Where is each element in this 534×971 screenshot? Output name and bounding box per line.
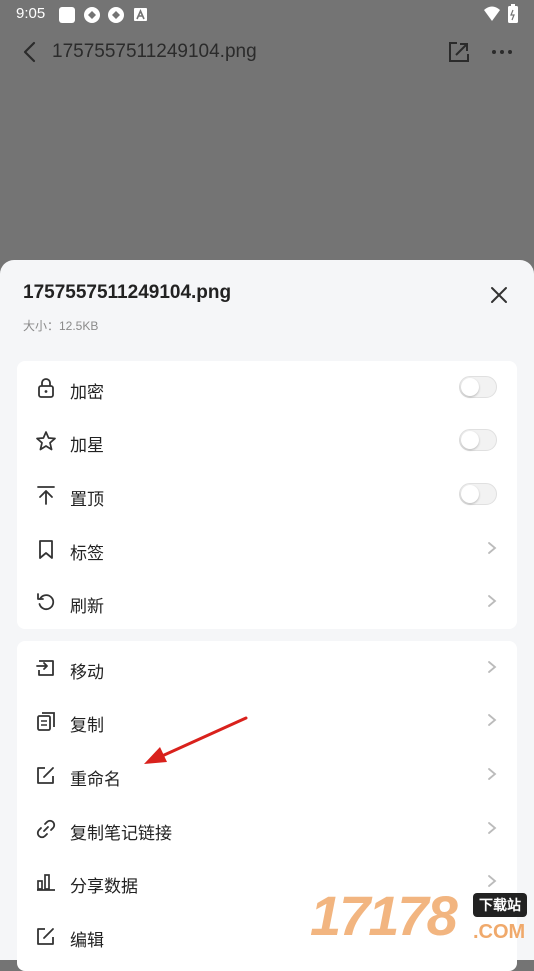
watermark-badge: 下载站	[473, 893, 527, 917]
option-row-move[interactable]: 移动	[17, 641, 517, 694]
star-toggle[interactable]	[459, 429, 497, 451]
watermark-domain: .COM	[473, 921, 526, 943]
a-letter-icon	[134, 8, 147, 21]
bookmark-icon	[39, 540, 53, 559]
watermark-number: 17178	[310, 884, 458, 947]
status-time: 9:05	[16, 5, 46, 22]
option-row-rename[interactable]: 重命名	[17, 748, 517, 801]
toggle-knob	[461, 485, 479, 503]
notification-square-icon	[59, 7, 75, 23]
chevron-right-icon	[488, 822, 497, 834]
rename-icon	[37, 767, 54, 784]
link-icon	[36, 819, 56, 839]
status-bar: 9:05	[0, 0, 534, 28]
app-bar: 1757557511249104.png	[0, 28, 534, 76]
toggle-knob	[461, 378, 479, 396]
file-options-sheet: 1757557511249104.png 大小：12.5KB 加密 加星 置顶 …	[0, 260, 534, 971]
toggle-knob	[461, 431, 479, 449]
option-label: 标签	[70, 544, 104, 563]
option-label: 重命名	[70, 770, 121, 789]
option-row-pin-top[interactable]: 置顶	[17, 468, 517, 521]
chevron-right-icon	[488, 768, 497, 780]
option-label: 复制笔记链接	[70, 824, 172, 843]
options-group-1: 加密 加星 置顶 标签 刷新	[17, 361, 517, 629]
more-options-icon[interactable]	[488, 38, 516, 66]
option-row-tags[interactable]: 标签	[17, 522, 517, 575]
option-label: 加星	[70, 436, 104, 455]
stats-icon	[37, 874, 55, 891]
lock-icon	[38, 378, 54, 398]
option-label: 移动	[70, 663, 104, 682]
refresh-icon	[37, 593, 55, 611]
back-arrow-icon[interactable]	[16, 38, 44, 66]
option-label: 编辑	[70, 931, 104, 950]
share-icon[interactable]	[445, 38, 473, 66]
encrypt-toggle[interactable]	[459, 376, 497, 398]
copy-icon	[37, 712, 55, 731]
wifi-icon	[484, 6, 500, 21]
app-notification-icon	[84, 7, 100, 23]
sheet-title: 1757557511249104.png	[23, 282, 232, 303]
option-row-star[interactable]: 加星	[17, 414, 517, 467]
chevron-right-icon	[488, 542, 497, 554]
app-notification-icon	[108, 7, 124, 23]
chevron-right-icon	[488, 714, 497, 726]
edit-icon	[37, 928, 54, 945]
option-label: 复制	[70, 716, 104, 735]
chevron-right-icon	[488, 661, 497, 673]
move-icon	[36, 660, 54, 676]
close-icon[interactable]	[486, 282, 512, 308]
pin-top-icon	[37, 486, 55, 505]
option-label: 刷新	[70, 597, 104, 616]
file-title: 1757557511249104.png	[52, 41, 257, 62]
option-row-copy-note-link[interactable]: 复制笔记链接	[17, 802, 517, 855]
option-row-encrypt[interactable]: 加密	[17, 361, 517, 414]
pin-top-toggle[interactable]	[459, 483, 497, 505]
battery-icon	[508, 4, 518, 23]
option-label: 加密	[70, 383, 104, 402]
site-watermark: 17178 下载站 .COM	[310, 884, 534, 950]
option-label: 置顶	[70, 490, 104, 509]
star-icon	[36, 431, 56, 451]
option-row-refresh[interactable]: 刷新	[17, 575, 517, 628]
chevron-right-icon	[488, 595, 497, 607]
file-size-label: 大小：12.5KB	[23, 319, 99, 333]
option-label: 分享数据	[70, 877, 138, 896]
option-row-copy[interactable]: 复制	[17, 694, 517, 747]
